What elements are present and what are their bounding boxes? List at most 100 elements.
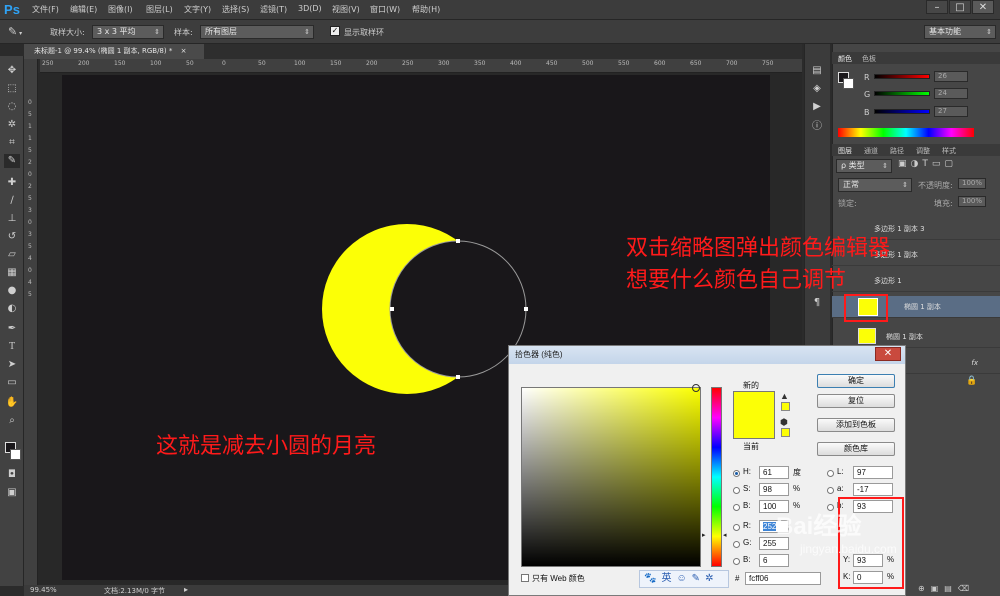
layer-filter-icons[interactable]: ▣◑T▭▢ (898, 159, 996, 173)
b-value-field[interactable]: 27 (934, 106, 968, 117)
brush-tool-icon[interactable]: ∕ (4, 194, 20, 208)
color-field[interactable] (521, 387, 701, 567)
screen-mode-icon[interactable]: ▣ (4, 486, 20, 500)
dodge-tool-icon[interactable]: ◐ (4, 302, 20, 316)
zoom-tool-icon[interactable]: ⌕ (4, 414, 20, 428)
color-libraries-button[interactable]: 颜色库 (817, 442, 895, 456)
menu-view[interactable]: 视图(V) (332, 4, 360, 15)
add-to-swatches-button[interactable]: 添加到色板 (817, 418, 895, 432)
tab-color[interactable]: 颜色 (838, 54, 852, 64)
anchor-point[interactable] (390, 307, 394, 311)
restore-button[interactable]: □ (949, 0, 971, 14)
close-button[interactable]: ✕ (972, 0, 994, 14)
g-value-field[interactable]: 24 (934, 88, 968, 99)
b-slider[interactable] (874, 109, 930, 114)
reset-button[interactable]: 复位 (817, 394, 895, 408)
hue-arrow-right-icon[interactable]: ◂ (723, 531, 727, 539)
rgb-g-radio[interactable] (733, 541, 740, 548)
lasso-tool-icon[interactable]: ◌ (4, 100, 20, 114)
tab-channels[interactable]: 通道 (864, 146, 878, 156)
g-slider[interactable] (874, 91, 930, 96)
anchor-point[interactable] (456, 239, 460, 243)
paragraph-panel-icon[interactable]: ¶ (808, 296, 826, 310)
anchor-point[interactable] (524, 307, 528, 311)
workspace-dropdown[interactable]: 基本功能 ⇕ (924, 25, 996, 39)
hex-field[interactable]: fcff06 (745, 572, 821, 585)
menu-layer[interactable]: 图层(L) (146, 4, 173, 15)
document-tab[interactable]: 未标题-1 @ 99.4% (椭圆 1 副本, RGB/8) * × (24, 44, 204, 59)
layer-panel-footer-icons[interactable]: ⊕▣▤⌫ (918, 584, 998, 596)
actions-panel-icon[interactable]: ▶ (808, 100, 826, 114)
show-ring-checkbox[interactable]: ✓ (330, 26, 340, 36)
s-radio[interactable] (733, 487, 740, 494)
settings-icon[interactable]: ✲ (705, 573, 718, 584)
hue-slider[interactable] (711, 387, 722, 567)
r-slider[interactable] (874, 74, 930, 79)
menu-edit[interactable]: 编辑(E) (70, 4, 97, 15)
menu-image[interactable]: 图像(I) (108, 4, 133, 15)
gradient-tool-icon[interactable]: ▦ (4, 266, 20, 280)
marquee-tool-icon[interactable]: ⬚ (4, 82, 20, 96)
gamut-swatch[interactable] (781, 402, 790, 411)
properties-panel-icon[interactable]: ◈ (808, 82, 826, 96)
menu-select[interactable]: 选择(S) (222, 4, 249, 15)
crop-tool-icon[interactable]: ⌗ (4, 136, 20, 150)
quick-select-tool-icon[interactable]: ✲ (4, 118, 20, 132)
menu-help[interactable]: 帮助(H) (412, 4, 440, 15)
menu-window[interactable]: 窗口(W) (370, 4, 400, 15)
lab-a-radio[interactable] (827, 487, 834, 494)
zoom-readout[interactable]: 99.45% (30, 586, 57, 594)
blur-tool-icon[interactable]: ● (4, 284, 20, 298)
sample-dropdown[interactable]: 所有图层 ⇕ (200, 25, 314, 39)
history-panel-icon[interactable]: ▤ (808, 64, 826, 78)
tab-adjustments[interactable]: 调整 (916, 146, 930, 156)
color-field-cursor[interactable] (692, 384, 700, 392)
layer-filter-dropdown[interactable]: ρ 类型 ⇕ (836, 159, 892, 173)
color-spectrum-bar[interactable] (838, 128, 974, 137)
layer-row[interactable]: 多边形 1 (832, 270, 1000, 292)
s-field[interactable]: 98 (759, 483, 789, 496)
tab-styles[interactable]: 样式 (942, 146, 956, 156)
dialog-close-button[interactable]: ✕ (875, 347, 901, 361)
sample-size-dropdown[interactable]: 3 x 3 平均 ⇕ (92, 25, 164, 39)
move-tool-icon[interactable]: ✥ (4, 64, 20, 78)
tab-close-icon[interactable]: × (181, 47, 187, 55)
menu-filter[interactable]: 滤镜(T) (260, 4, 287, 15)
smile-icon[interactable]: ☺ (676, 573, 691, 584)
b-radio[interactable] (733, 504, 740, 511)
info-panel-icon[interactable]: ⓘ (808, 120, 826, 134)
rgb-b-field[interactable]: 6 (759, 554, 789, 567)
hue-arrow-left-icon[interactable]: ▸ (702, 531, 706, 539)
spot-heal-tool-icon[interactable]: ✚ (4, 176, 20, 190)
current-color-swatch[interactable] (733, 415, 775, 439)
shape-tool-icon[interactable]: ▭ (4, 376, 20, 390)
background-color-swatch[interactable] (10, 449, 21, 460)
stamp-tool-icon[interactable]: ⊥ (4, 212, 20, 226)
menu-3d[interactable]: 3D(D) (298, 4, 322, 13)
rgb-r-radio[interactable] (733, 524, 740, 531)
history-brush-icon[interactable]: ↺ (4, 230, 20, 244)
minimize-button[interactable]: – (926, 0, 948, 14)
rgb-b-radio[interactable] (733, 558, 740, 565)
tab-swatches[interactable]: 色板 (862, 54, 876, 64)
eyedropper-tool-icon[interactable]: ✎ (4, 154, 20, 168)
document-info[interactable]: 文档:2.13M/0 字节 (104, 586, 165, 596)
h-radio[interactable] (733, 470, 740, 477)
quick-mask-icon[interactable]: ◘ (4, 468, 20, 482)
tab-paths[interactable]: 路径 (890, 146, 904, 156)
anchor-point[interactable] (456, 375, 460, 379)
ok-button[interactable]: 确定 (817, 374, 895, 388)
blend-mode-dropdown[interactable]: 正常 ⇕ (838, 178, 912, 192)
status-arrow-icon[interactable]: ▸ (184, 585, 188, 594)
out-of-gamut-warning-icon[interactable]: ▲ (780, 391, 789, 401)
type-tool-icon[interactable]: T (4, 340, 20, 354)
lab-l-radio[interactable] (827, 470, 834, 477)
lab-a-field[interactable]: -17 (853, 483, 893, 496)
web-safe-swatch[interactable] (781, 428, 790, 437)
bg-color-chip[interactable] (843, 78, 854, 89)
paw-icon[interactable]: 🐾 (644, 573, 661, 584)
r-value-field[interactable]: 26 (934, 71, 968, 82)
menu-file[interactable]: 文件(F) (32, 4, 59, 15)
eraser-tool-icon[interactable]: ▱ (4, 248, 20, 262)
h-field[interactable]: 61 (759, 466, 789, 479)
